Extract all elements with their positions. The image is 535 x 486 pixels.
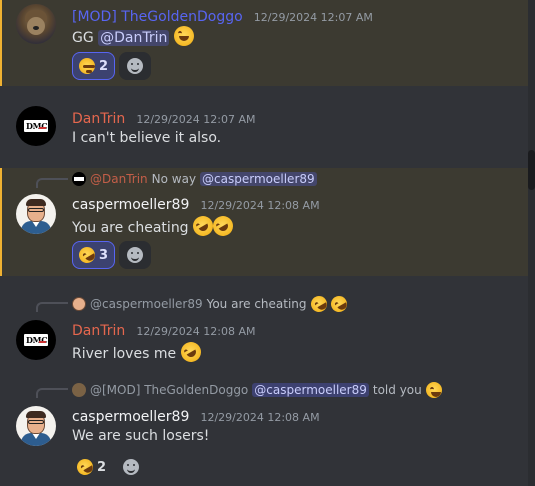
add-reaction-button[interactable] — [119, 241, 152, 269]
reaction-count: 2 — [99, 58, 109, 74]
joy-emoji — [425, 382, 442, 398]
message-3: @DanTrin No way @caspermoeller89 casperm… — [0, 168, 528, 276]
reply-mention: @caspermoeller89 — [200, 172, 317, 186]
reply-preview[interactable]: @DanTrin No way @caspermoeller89 — [72, 172, 317, 186]
message-text: I can't believe it also. — [72, 130, 222, 146]
avatar[interactable] — [16, 194, 56, 234]
avatar-hair — [26, 199, 46, 206]
reply-username: @DanTrin — [90, 172, 148, 186]
message-header: caspermoeller89 12/29/2024 12:08 AM — [72, 194, 320, 213]
timestamp: 12/29/2024 12:08 AM — [136, 325, 256, 338]
dmc-logo: DMC — [24, 334, 48, 346]
reply-spine — [36, 178, 68, 188]
reply-username: @caspermoeller89 — [90, 297, 203, 311]
reply-text: You are cheating — [206, 297, 307, 311]
reaction-rofl[interactable]: 3 — [72, 241, 116, 269]
reaction-count: 2 — [97, 459, 107, 475]
avatar-glasses — [28, 208, 44, 212]
reaction-count: 3 — [99, 247, 109, 263]
message-text-body: You are cheating — [72, 220, 189, 236]
avatar-hair — [26, 411, 46, 418]
reply-username: @[MOD] TheGoldenDoggo — [90, 383, 249, 397]
timestamp: 12/29/2024 12:07 AM — [136, 113, 256, 126]
reaction-dizzy-face[interactable]: 2 — [72, 52, 116, 80]
reaction-rofl[interactable]: 2 — [72, 453, 111, 481]
message-text: You are cheating — [72, 212, 237, 240]
reply-text: No way — [151, 172, 197, 186]
username[interactable]: DanTrin — [72, 323, 125, 339]
timestamp: 12/29/2024 12:08 AM — [200, 199, 320, 212]
reply-spine — [36, 388, 68, 398]
reply-avatar — [72, 172, 86, 186]
reactions-bar: 3 — [72, 241, 152, 269]
timestamp: 12/29/2024 12:07 AM — [253, 11, 373, 24]
avatar-glasses — [28, 420, 44, 424]
smile-icon — [127, 58, 144, 74]
rofl-emoji — [327, 293, 350, 315]
avatar[interactable]: DMC — [16, 106, 56, 146]
reply-preview[interactable]: @[MOD] TheGoldenDoggo @caspermoeller89 t… — [72, 382, 442, 398]
message-1: [MOD] TheGoldenDoggo 12/29/2024 12:07 AM… — [0, 0, 528, 86]
reactions-bar: 2 — [72, 52, 152, 80]
reactions-bar: 2 — [72, 453, 147, 481]
rofl-emoji — [307, 293, 330, 315]
reply-avatar — [72, 383, 86, 397]
reply-spine — [36, 302, 68, 312]
scrollbar-thumb[interactable] — [528, 150, 535, 190]
message-text: GG @DanTrin — [72, 26, 194, 46]
smile-icon — [127, 247, 144, 263]
username[interactable]: [MOD] TheGoldenDoggo — [72, 9, 243, 25]
message-text: River loves me — [72, 338, 205, 366]
smile-icon — [123, 459, 140, 475]
dizzy-face-emoji — [79, 58, 95, 74]
joy-emoji — [173, 26, 194, 46]
avatar[interactable] — [16, 406, 56, 446]
dmc-logo: DMC — [24, 120, 48, 132]
add-reaction-button[interactable] — [115, 453, 147, 481]
username[interactable]: caspermoeller89 — [72, 197, 189, 213]
reply-mention: @caspermoeller89 — [252, 383, 369, 397]
reply-preview[interactable]: @caspermoeller89 You are cheating — [72, 293, 350, 315]
avatar[interactable] — [16, 4, 56, 44]
avatar[interactable]: DMC — [16, 320, 56, 360]
message-4: @caspermoeller89 You are cheating DMC Da… — [0, 292, 528, 366]
user-mention[interactable]: @DanTrin — [98, 30, 170, 46]
rofl-emoji — [209, 212, 237, 240]
message-text-prefix: GG — [72, 30, 94, 46]
timestamp: 12/29/2024 12:08 AM — [200, 411, 320, 424]
rofl-emoji — [176, 338, 205, 366]
message-5: @[MOD] TheGoldenDoggo @caspermoeller89 t… — [0, 378, 528, 486]
message-header: DanTrin 12/29/2024 12:07 AM — [72, 108, 255, 127]
message-header: [MOD] TheGoldenDoggo 12/29/2024 12:07 AM — [72, 6, 373, 25]
message-2: DMC DanTrin 12/29/2024 12:07 AM I can't … — [0, 96, 528, 162]
username[interactable]: caspermoeller89 — [72, 409, 189, 425]
rofl-emoji — [74, 456, 96, 478]
reply-avatar — [72, 297, 86, 311]
message-header: caspermoeller89 12/29/2024 12:08 AM — [72, 406, 320, 425]
message-text: We are such losers! — [72, 428, 210, 444]
reply-text: told you — [372, 383, 422, 397]
username[interactable]: DanTrin — [72, 111, 125, 127]
rofl-emoji — [76, 244, 98, 266]
scrollbar-track[interactable] — [528, 0, 535, 486]
message-text-body: River loves me — [72, 346, 177, 362]
add-reaction-button[interactable] — [119, 52, 152, 80]
message-header: DanTrin 12/29/2024 12:08 AM — [72, 320, 255, 339]
avatar-nose — [33, 26, 39, 30]
